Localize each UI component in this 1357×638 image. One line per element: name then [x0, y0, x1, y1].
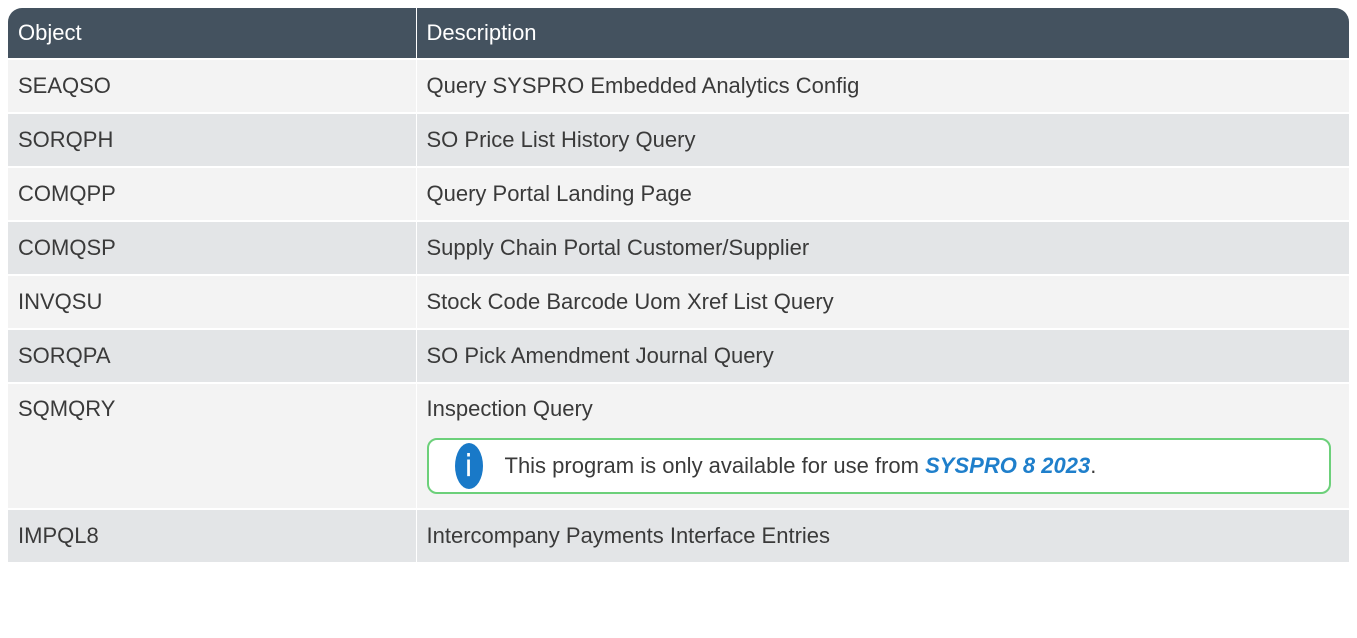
note-text: This program is only available for use f… [505, 453, 1097, 479]
description-cell: SO Price List History Query [415, 112, 1349, 167]
table-header-row: Object Description [8, 8, 1349, 59]
object-cell: COMQSP [8, 220, 416, 275]
note-text-after: . [1090, 453, 1097, 478]
info-note: i This program is only available for use… [426, 438, 1331, 494]
table-row: INVQSU Stock Code Barcode Uom Xref List … [8, 274, 1349, 329]
description-cell: Query SYSPRO Embedded Analytics Config [415, 58, 1349, 113]
description-cell-with-note: Inspection Query i This program is only … [415, 382, 1349, 509]
table-row: COMQPP Query Portal Landing Page [8, 166, 1349, 221]
description-cell: Query Portal Landing Page [415, 166, 1349, 221]
column-header-description: Description [415, 8, 1349, 59]
table-row: IMPQL8 Intercompany Payments Interface E… [8, 508, 1349, 562]
description-cell: Stock Code Barcode Uom Xref List Query [415, 274, 1349, 329]
table-row: COMQSP Supply Chain Portal Customer/Supp… [8, 220, 1349, 275]
programs-table: Object Description SEAQSO Query SYSPRO E… [8, 8, 1349, 562]
object-cell: COMQPP [8, 166, 416, 221]
object-cell: SQMQRY [8, 382, 416, 509]
table-row: SQMQRY Inspection Query i This program i… [8, 382, 1349, 509]
description-cell: Supply Chain Portal Customer/Supplier [415, 220, 1349, 275]
table-row: SORQPH SO Price List History Query [8, 112, 1349, 167]
description-text: Inspection Query [426, 396, 593, 421]
object-cell: IMPQL8 [8, 508, 416, 562]
object-cell: INVQSU [8, 274, 416, 329]
column-header-object: Object [8, 8, 416, 59]
description-cell: SO Pick Amendment Journal Query [415, 328, 1349, 383]
object-cell: SORQPH [8, 112, 416, 167]
description-cell: Intercompany Payments Interface Entries [415, 508, 1349, 562]
info-icon: i [454, 443, 483, 489]
table-row: SORQPA SO Pick Amendment Journal Query [8, 328, 1349, 383]
table-row: SEAQSO Query SYSPRO Embedded Analytics C… [8, 58, 1349, 113]
note-text-before: This program is only available for use f… [504, 453, 926, 478]
programs-table-container: Object Description SEAQSO Query SYSPRO E… [8, 8, 1349, 562]
object-cell: SEAQSO [8, 58, 416, 113]
object-cell: SORQPA [8, 328, 416, 383]
syspro-version-link[interactable]: SYSPRO 8 2023 [925, 453, 1090, 478]
